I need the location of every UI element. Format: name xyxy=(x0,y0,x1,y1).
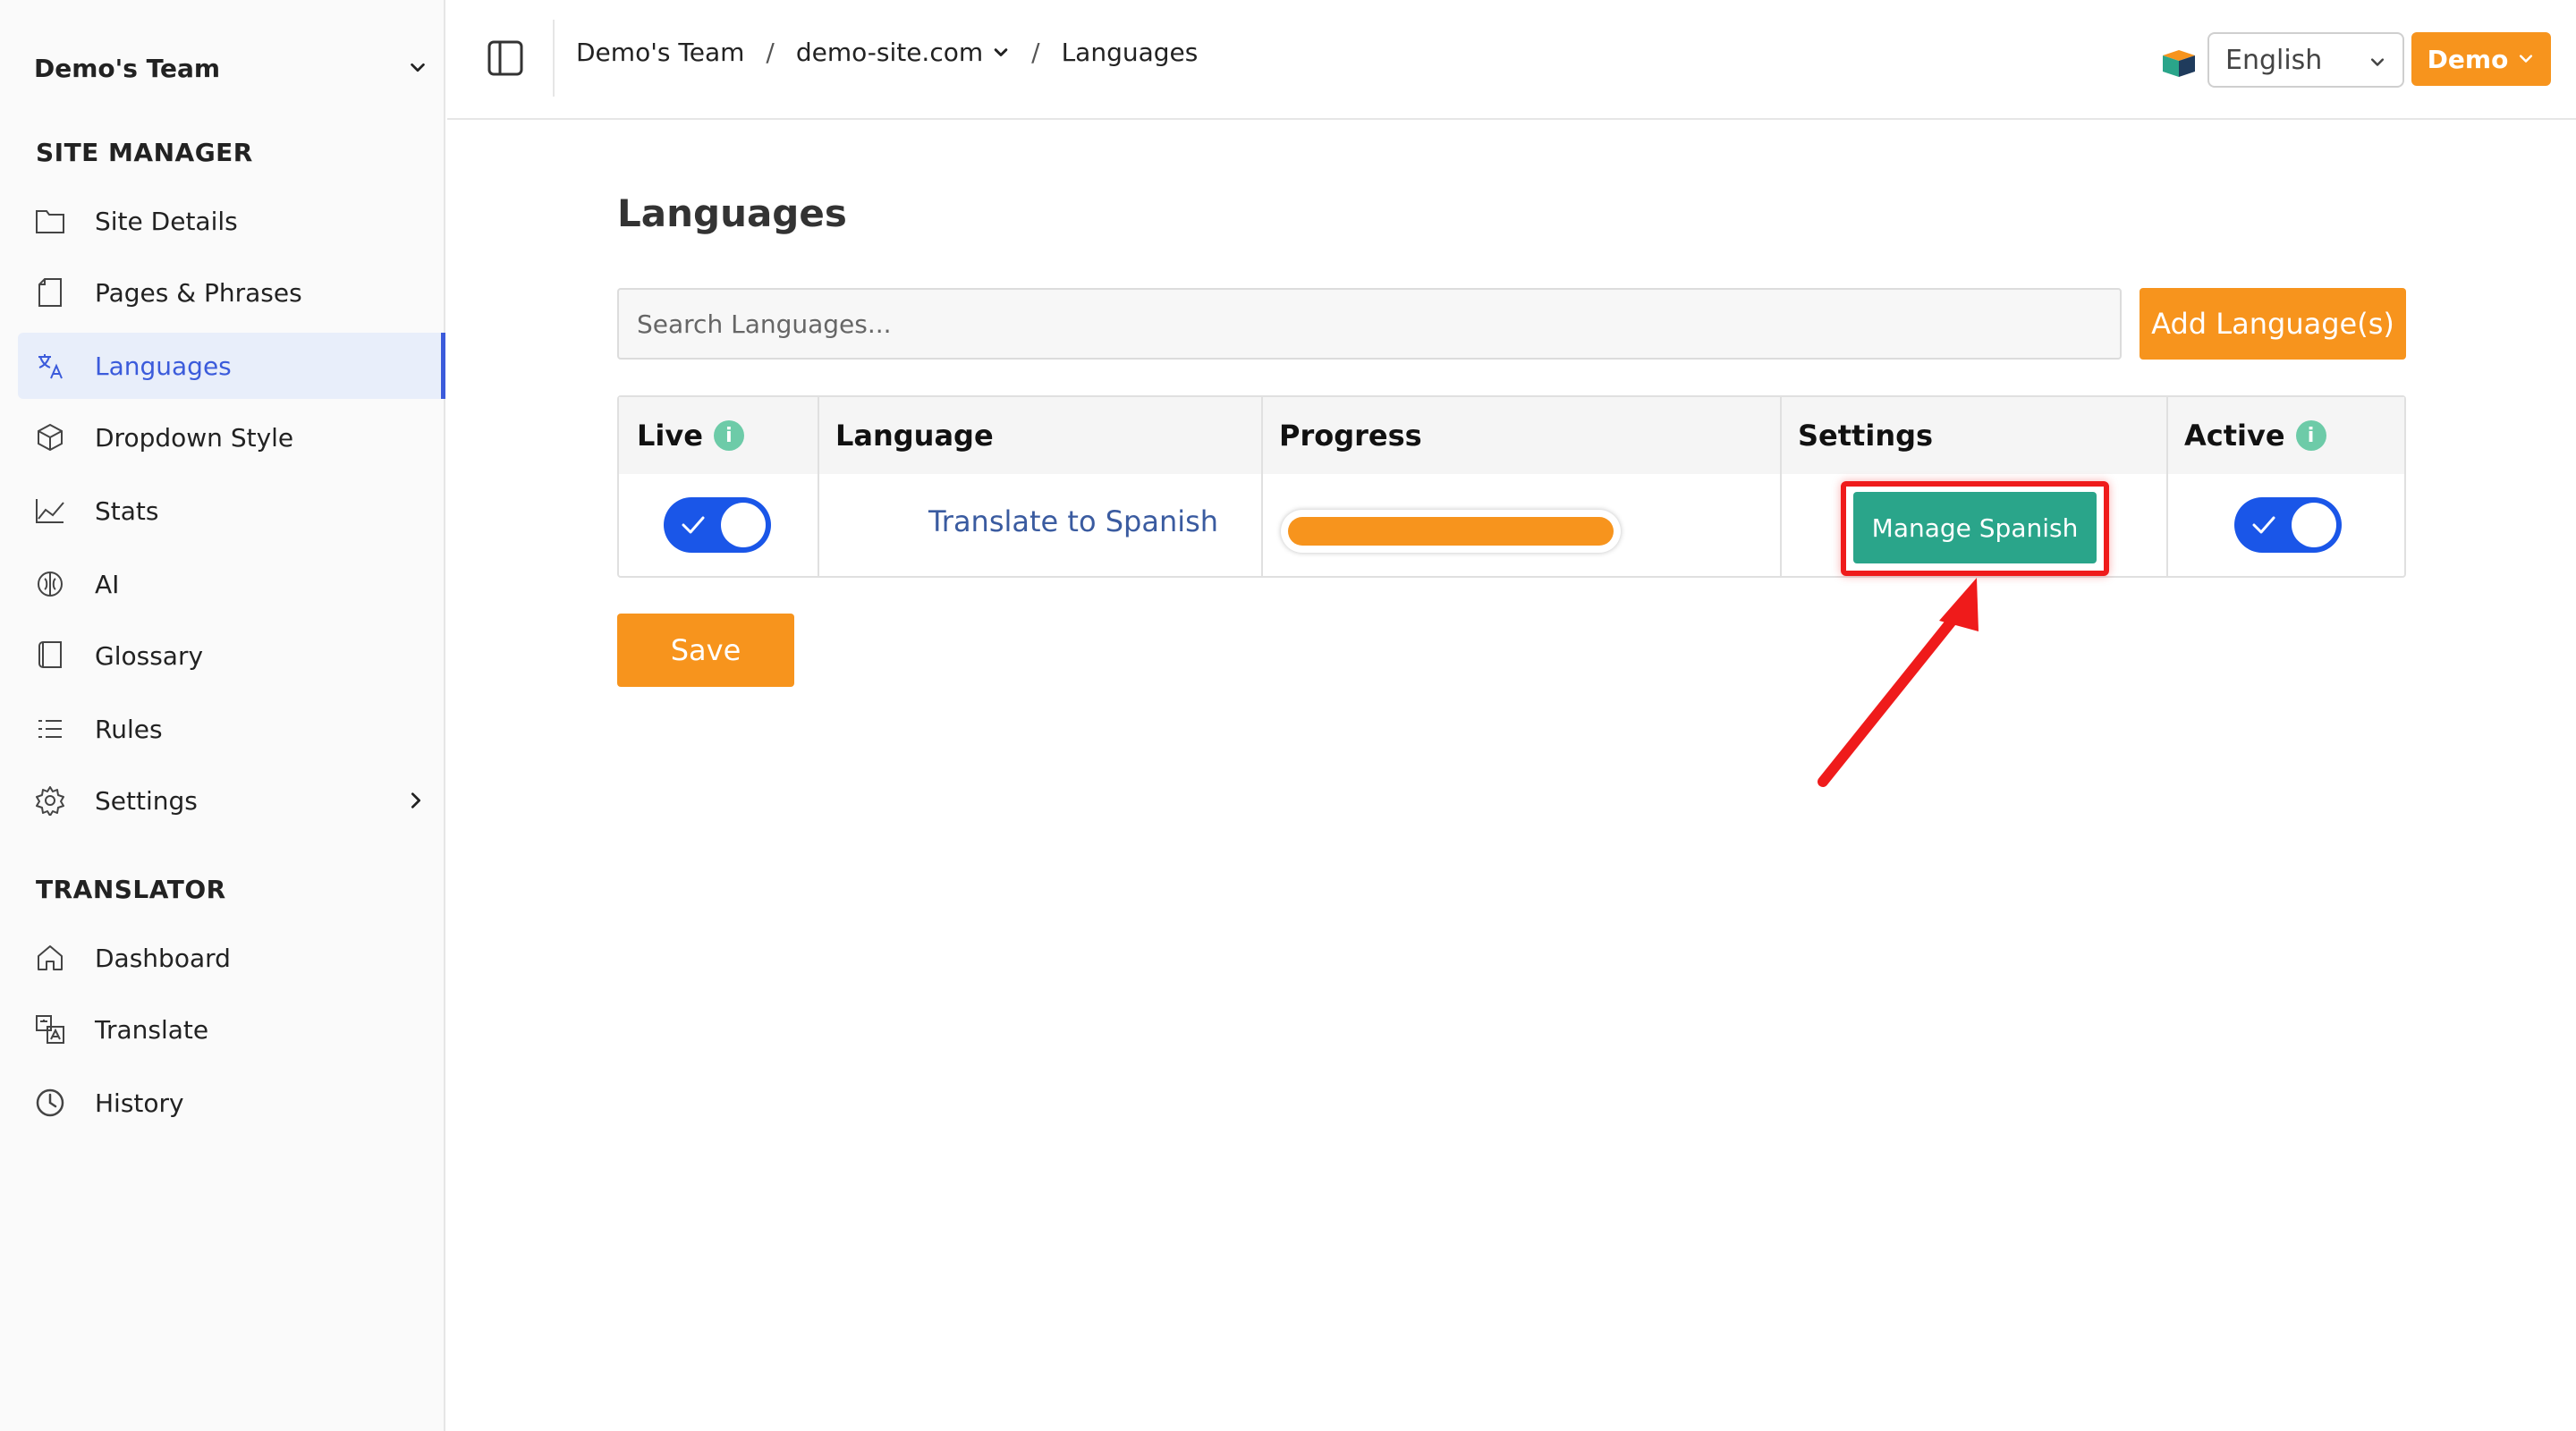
sidebar-item-dashboard[interactable]: Dashboard xyxy=(18,925,445,991)
list-icon xyxy=(34,713,66,745)
sidebar-item-site-details[interactable]: Site Details xyxy=(18,188,445,254)
checkmark-icon xyxy=(2252,516,2275,534)
column-header-label: Live xyxy=(637,419,703,453)
column-header-settings: Settings xyxy=(1798,419,1934,453)
translate-box-icon xyxy=(34,1013,66,1046)
sidebar-item-label: Dashboard xyxy=(95,943,231,973)
sidebar-item-languages[interactable]: Languages xyxy=(18,333,445,399)
sidebar-item-history[interactable]: History xyxy=(18,1070,445,1136)
live-toggle[interactable] xyxy=(664,497,771,553)
sidebar-item-label: Rules xyxy=(95,714,163,744)
sidebar-item-settings[interactable]: Settings xyxy=(18,767,445,834)
breadcrumb-site[interactable]: demo-site.com xyxy=(796,38,1010,67)
info-icon[interactable]: i xyxy=(2295,420,2326,451)
folder-icon xyxy=(34,205,66,237)
manage-language-button[interactable]: Manage Spanish xyxy=(1853,492,2097,563)
chevron-down-icon xyxy=(2370,58,2385,66)
translate-language-link[interactable]: Translate to Spanish xyxy=(896,504,1250,538)
translate-icon xyxy=(34,350,66,382)
page-icon xyxy=(34,276,66,309)
column-divider xyxy=(2166,397,2168,576)
section-title-site-manager: SITE MANAGER xyxy=(36,138,253,167)
column-divider xyxy=(1780,397,1782,576)
chevron-down-icon xyxy=(411,63,425,72)
sidebar-item-label: AI xyxy=(95,569,120,599)
book-icon xyxy=(34,639,66,672)
sidebar-item-ai[interactable]: AI xyxy=(18,551,445,617)
breadcrumb-current: Languages xyxy=(1061,38,1199,67)
sidebar-item-label: Translate xyxy=(95,1014,209,1045)
sidebar-item-label: Languages xyxy=(95,351,232,381)
sidebar-item-label: History xyxy=(95,1088,184,1118)
cube-icon xyxy=(34,421,66,453)
toggle-knob xyxy=(2292,503,2336,547)
sidebar-item-label: Pages & Phrases xyxy=(95,277,302,308)
sidebar-item-dropdown-style[interactable]: Dropdown Style xyxy=(18,404,445,470)
page-title: Languages xyxy=(617,191,847,235)
column-header-active: Active i xyxy=(2166,397,2404,474)
sidebar-toggle-icon[interactable] xyxy=(487,39,524,77)
sidebar-item-label: Glossary xyxy=(95,640,204,671)
sidebar-item-stats[interactable]: Stats xyxy=(18,478,445,544)
sidebar-item-label: Dropdown Style xyxy=(95,422,294,453)
clock-icon xyxy=(34,1087,66,1119)
annotation-arrow-icon xyxy=(1818,578,1979,787)
home-icon xyxy=(34,942,66,974)
column-header-progress: Progress xyxy=(1279,419,1422,453)
breadcrumb-separator: / xyxy=(1031,38,1040,67)
toggle-knob xyxy=(721,503,766,547)
section-title-translator: TRANSLATOR xyxy=(36,875,226,904)
breadcrumb-site-label: demo-site.com xyxy=(795,38,984,67)
active-toggle[interactable] xyxy=(2234,497,2342,553)
sidebar-item-pages-phrases[interactable]: Pages & Phrases xyxy=(18,259,445,326)
top-bar: Demo's Team / demo-site.com / Languages … xyxy=(447,0,2576,120)
sidebar-item-rules[interactable]: Rules xyxy=(18,696,445,762)
account-button-label: Demo xyxy=(2427,44,2509,74)
column-header-label: Active xyxy=(2184,419,2285,453)
column-header-language: Language xyxy=(835,419,994,453)
divider xyxy=(553,20,555,97)
chart-icon xyxy=(34,495,66,527)
info-icon[interactable]: i xyxy=(713,420,744,451)
account-button[interactable]: Demo xyxy=(2411,32,2551,86)
breadcrumb-separator: / xyxy=(766,38,775,67)
search-input[interactable] xyxy=(617,288,2122,360)
add-language-button[interactable]: Add Language(s) xyxy=(2140,288,2406,360)
sidebar-item-label: Site Details xyxy=(95,206,238,236)
breadcrumb: Demo's Team / demo-site.com / Languages xyxy=(576,38,1198,67)
sidebar-item-label: Stats xyxy=(95,495,159,526)
languages-table: Live i Language Progress Settings Active… xyxy=(617,395,2406,578)
sidebar-item-label: Settings xyxy=(95,785,198,816)
column-header-live: Live i xyxy=(619,397,818,474)
brand-logo-icon xyxy=(2163,50,2195,77)
ai-icon xyxy=(34,568,66,600)
gear-icon xyxy=(34,784,66,817)
chevron-right-icon xyxy=(411,792,421,809)
column-divider xyxy=(1261,397,1263,576)
save-button[interactable]: Save xyxy=(617,614,794,687)
sidebar-item-glossary[interactable]: Glossary xyxy=(18,622,445,689)
breadcrumb-team[interactable]: Demo's Team xyxy=(576,38,744,67)
checkmark-icon xyxy=(682,516,705,534)
chevron-down-icon xyxy=(2520,55,2533,63)
sidebar: Demo's Team SITE MANAGER Site Details Pa… xyxy=(0,0,445,1431)
language-select-value: English xyxy=(2225,44,2323,76)
column-divider xyxy=(818,397,819,576)
progress-bar-fill xyxy=(1288,517,1614,546)
sidebar-item-translate[interactable]: Translate xyxy=(18,996,445,1063)
team-switcher[interactable]: Demo's Team xyxy=(34,48,428,88)
team-name: Demo's Team xyxy=(34,53,221,83)
progress-bar xyxy=(1281,510,1621,553)
chevron-down-icon xyxy=(994,47,1008,56)
language-select[interactable]: English xyxy=(2207,32,2404,88)
